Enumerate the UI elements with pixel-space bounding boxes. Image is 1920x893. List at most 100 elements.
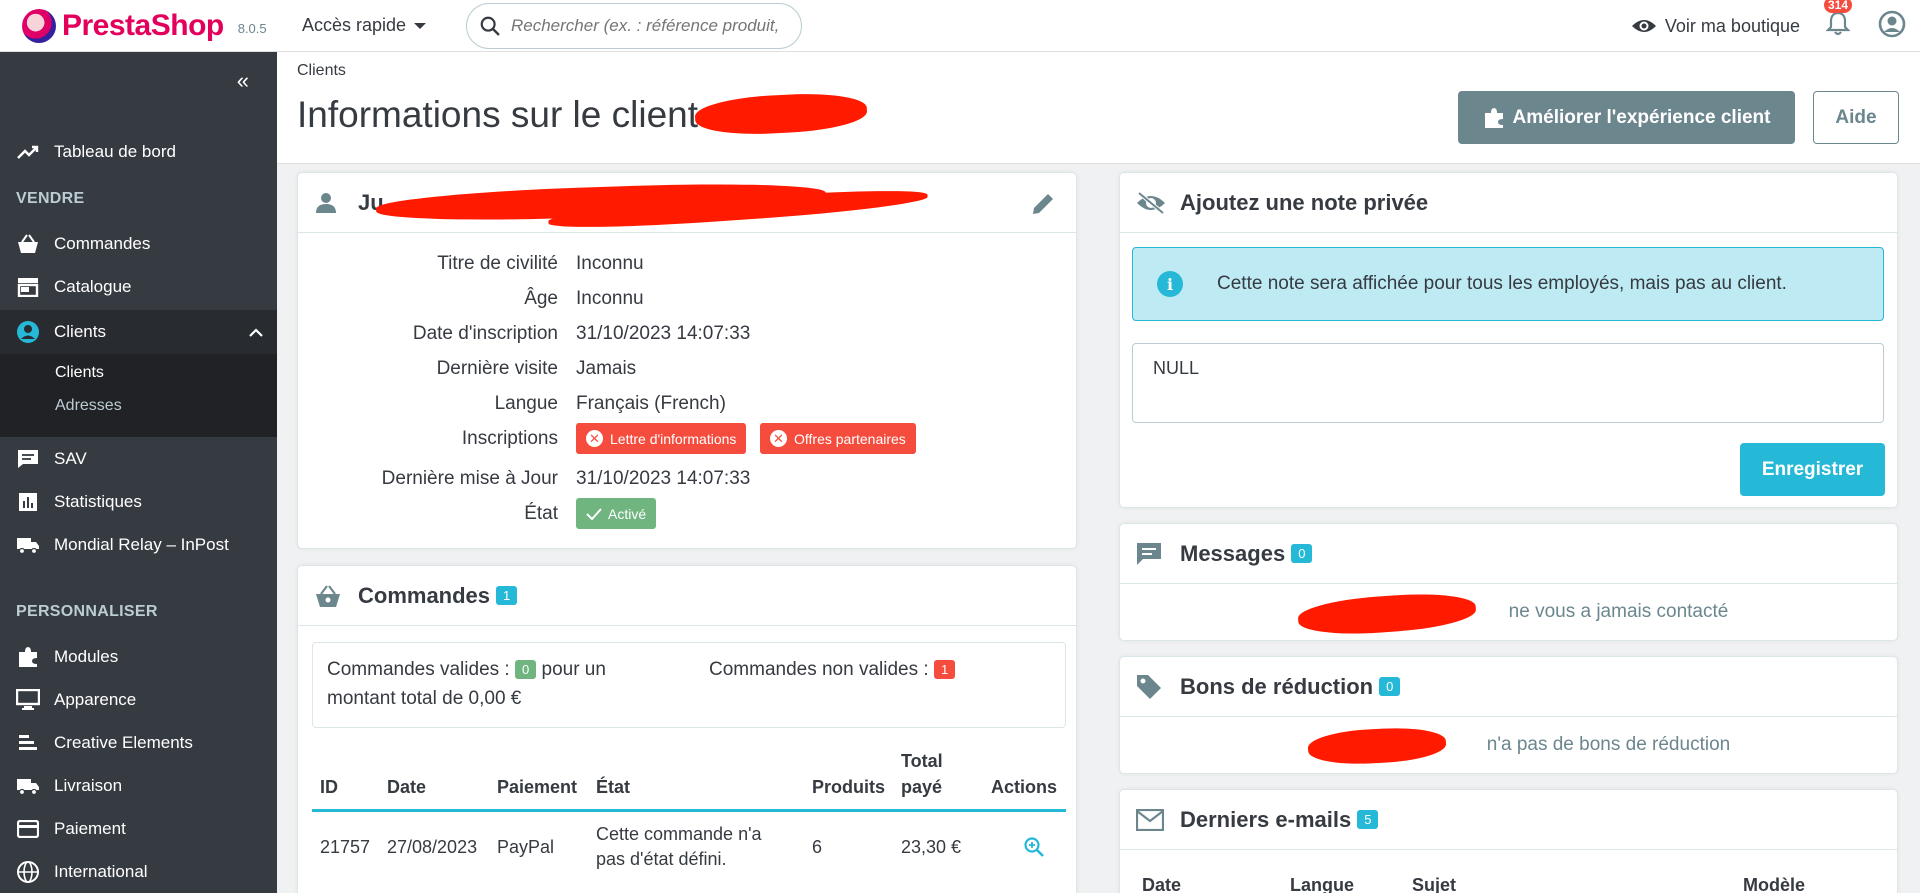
valid-orders-count: 0	[514, 660, 537, 680]
brand-name: PrestaShop	[62, 8, 224, 42]
search-input[interactable]	[511, 15, 781, 36]
emails-title: Derniers e-mails	[1180, 806, 1352, 832]
messages-count-badge: 0	[1291, 544, 1313, 563]
sidebar-item-creative-elements[interactable]: Creative Elements	[0, 723, 277, 763]
valid-orders-line: Commandes valides : 0 pour un	[327, 659, 606, 681]
emails-count-badge: 5	[1357, 810, 1379, 829]
sidebar-item-label: Tableau de bord	[54, 142, 176, 161]
shipping-truck-icon	[16, 774, 40, 798]
vouchers-card: Bons de réduction 0 n'a pas de bons de r…	[1119, 656, 1898, 774]
status-badge[interactable]: Activé	[576, 498, 657, 529]
valid-orders-total: montant total de 0,00 €	[327, 688, 522, 709]
order-state-line2: pas d'état défini.	[596, 849, 727, 869]
save-note-button[interactable]: Enregistrer	[1740, 443, 1885, 496]
last-visit-value: Jamais	[576, 358, 637, 379]
col-id[interactable]: ID	[320, 777, 338, 798]
col-total-line1[interactable]: Total	[901, 751, 943, 772]
sidebar: « Tableau de bord VENDRE Commandes Catal…	[0, 52, 277, 893]
email-col-template[interactable]: Modèle	[1743, 875, 1805, 893]
sidebar-item-shipping[interactable]: Livraison	[0, 766, 277, 806]
edit-pencil-icon[interactable]	[1030, 191, 1056, 217]
language-label: Langue	[494, 393, 558, 414]
user-icon	[314, 191, 346, 215]
sidebar-item-mondial-relay[interactable]: Mondial Relay – InPost	[0, 525, 277, 565]
private-note-info-alert: i Cette note sera affichée pour tous les…	[1132, 247, 1884, 321]
sidebar-item-sav[interactable]: SAV	[0, 439, 277, 479]
col-payment[interactable]: Paiement	[497, 777, 577, 798]
zoom-in-icon[interactable]	[1023, 836, 1045, 858]
vouchers-count-badge: 0	[1379, 677, 1401, 696]
improve-experience-label: Améliorer l'expérience client	[1512, 106, 1771, 128]
improve-experience-button[interactable]: Améliorer l'expérience client	[1458, 91, 1795, 144]
page-header: Clients Informations sur le client Améli…	[277, 52, 1920, 164]
sidebar-item-design[interactable]: Apparence	[0, 680, 277, 720]
notifications-button[interactable]: 314	[1824, 0, 1853, 42]
sidebar-item-customers[interactable]: Clients	[0, 310, 277, 354]
account-icon[interactable]	[1878, 10, 1906, 43]
last-visit-label: Dernière visite	[436, 358, 558, 379]
basket-icon	[314, 584, 346, 608]
sidebar-item-label: Clients	[54, 322, 106, 341]
orders-card: Commandes 1 Commandes valides : 0 pour u…	[297, 565, 1077, 893]
credit-card-icon	[16, 817, 40, 841]
sidebar-item-stats[interactable]: Statistiques	[0, 482, 277, 522]
email-col-subject[interactable]: Sujet	[1412, 875, 1456, 893]
search-box[interactable]	[466, 2, 802, 49]
sidebar-item-international[interactable]: International	[0, 852, 277, 892]
eye-icon	[1631, 20, 1656, 32]
sidebar-item-modules[interactable]: Modules	[0, 637, 277, 677]
status-label: État	[524, 503, 558, 524]
view-shop-link[interactable]: Voir ma boutique	[1631, 16, 1800, 37]
help-button[interactable]: Aide	[1813, 91, 1899, 144]
breadcrumb[interactable]: Clients	[297, 62, 346, 80]
sidebar-item-label: Statistiques	[54, 492, 142, 511]
puzzle-icon	[1484, 107, 1503, 128]
col-products[interactable]: Produits	[812, 777, 885, 798]
close-circle-icon: ✕	[586, 430, 603, 447]
sidebar-subitem-addresses[interactable]: Adresses	[55, 397, 122, 415]
orders-title: Commandes	[358, 582, 491, 608]
orders-card-header: Commandes 1	[298, 566, 1076, 626]
sidebar-item-label: Catalogue	[54, 277, 132, 296]
puzzle-icon	[16, 645, 40, 669]
sidebar-item-dashboard[interactable]: Tableau de bord	[0, 132, 277, 172]
col-date[interactable]: Date	[387, 777, 426, 798]
version-label: 8.0.5	[237, 21, 267, 36]
col-total-line2[interactable]: payé	[901, 777, 942, 798]
collapse-sidebar-icon[interactable]: «	[237, 68, 249, 94]
table-header-divider	[312, 809, 1066, 812]
trending-up-icon	[16, 140, 40, 164]
order-id: 21757	[320, 837, 371, 857]
sidebar-subitem-customers[interactable]: Clients	[55, 364, 104, 382]
basket-icon	[16, 232, 40, 256]
email-col-language[interactable]: Langue	[1290, 875, 1354, 893]
sidebar-item-payment[interactable]: Paiement	[0, 809, 277, 849]
private-note-header: Ajoutez une note privée	[1120, 173, 1897, 233]
quick-access-dropdown[interactable]: Accès rapide	[302, 15, 466, 36]
customer-card-header: Ju	[298, 173, 1076, 234]
sidebar-item-catalog[interactable]: Catalogue	[0, 267, 277, 307]
brand-logo[interactable]: PrestaShop 8.0.5	[22, 8, 280, 43]
vouchers-empty-text: n'a pas de bons de réduction	[1486, 734, 1731, 755]
customers-submenu: Clients Adresses	[0, 354, 277, 437]
order-total: 23,30 €	[901, 837, 962, 857]
redaction-mark	[1296, 589, 1478, 639]
align-left-icon	[16, 731, 40, 755]
top-header: PrestaShop 8.0.5 Accès rapide Voir ma bo…	[0, 0, 1920, 52]
email-col-date[interactable]: Date	[1142, 875, 1181, 893]
col-state[interactable]: État	[596, 777, 630, 798]
emails-card: Derniers e-mails 5 Date Langue Sujet Mod…	[1119, 789, 1898, 893]
redaction-mark	[1307, 725, 1447, 767]
sidebar-item-orders[interactable]: Commandes	[0, 224, 277, 264]
message-icon	[1136, 542, 1168, 566]
partner-offers-badge[interactable]: ✕ Offres partenaires	[760, 423, 916, 454]
newsletter-badge[interactable]: ✕ Lettre d'informations	[576, 423, 747, 454]
vouchers-header: Bons de réduction 0	[1120, 657, 1897, 717]
sidebar-item-label: Mondial Relay – InPost	[54, 535, 229, 554]
invalid-orders-label: Commandes non valides :	[709, 659, 929, 680]
sidebar-item-label: SAV	[54, 449, 87, 468]
sidebar-item-label: Apparence	[54, 690, 137, 709]
orders-summary: Commandes valides : 0 pour un montant to…	[312, 642, 1066, 728]
private-note-textarea[interactable]	[1132, 343, 1884, 423]
search-icon	[480, 16, 500, 35]
